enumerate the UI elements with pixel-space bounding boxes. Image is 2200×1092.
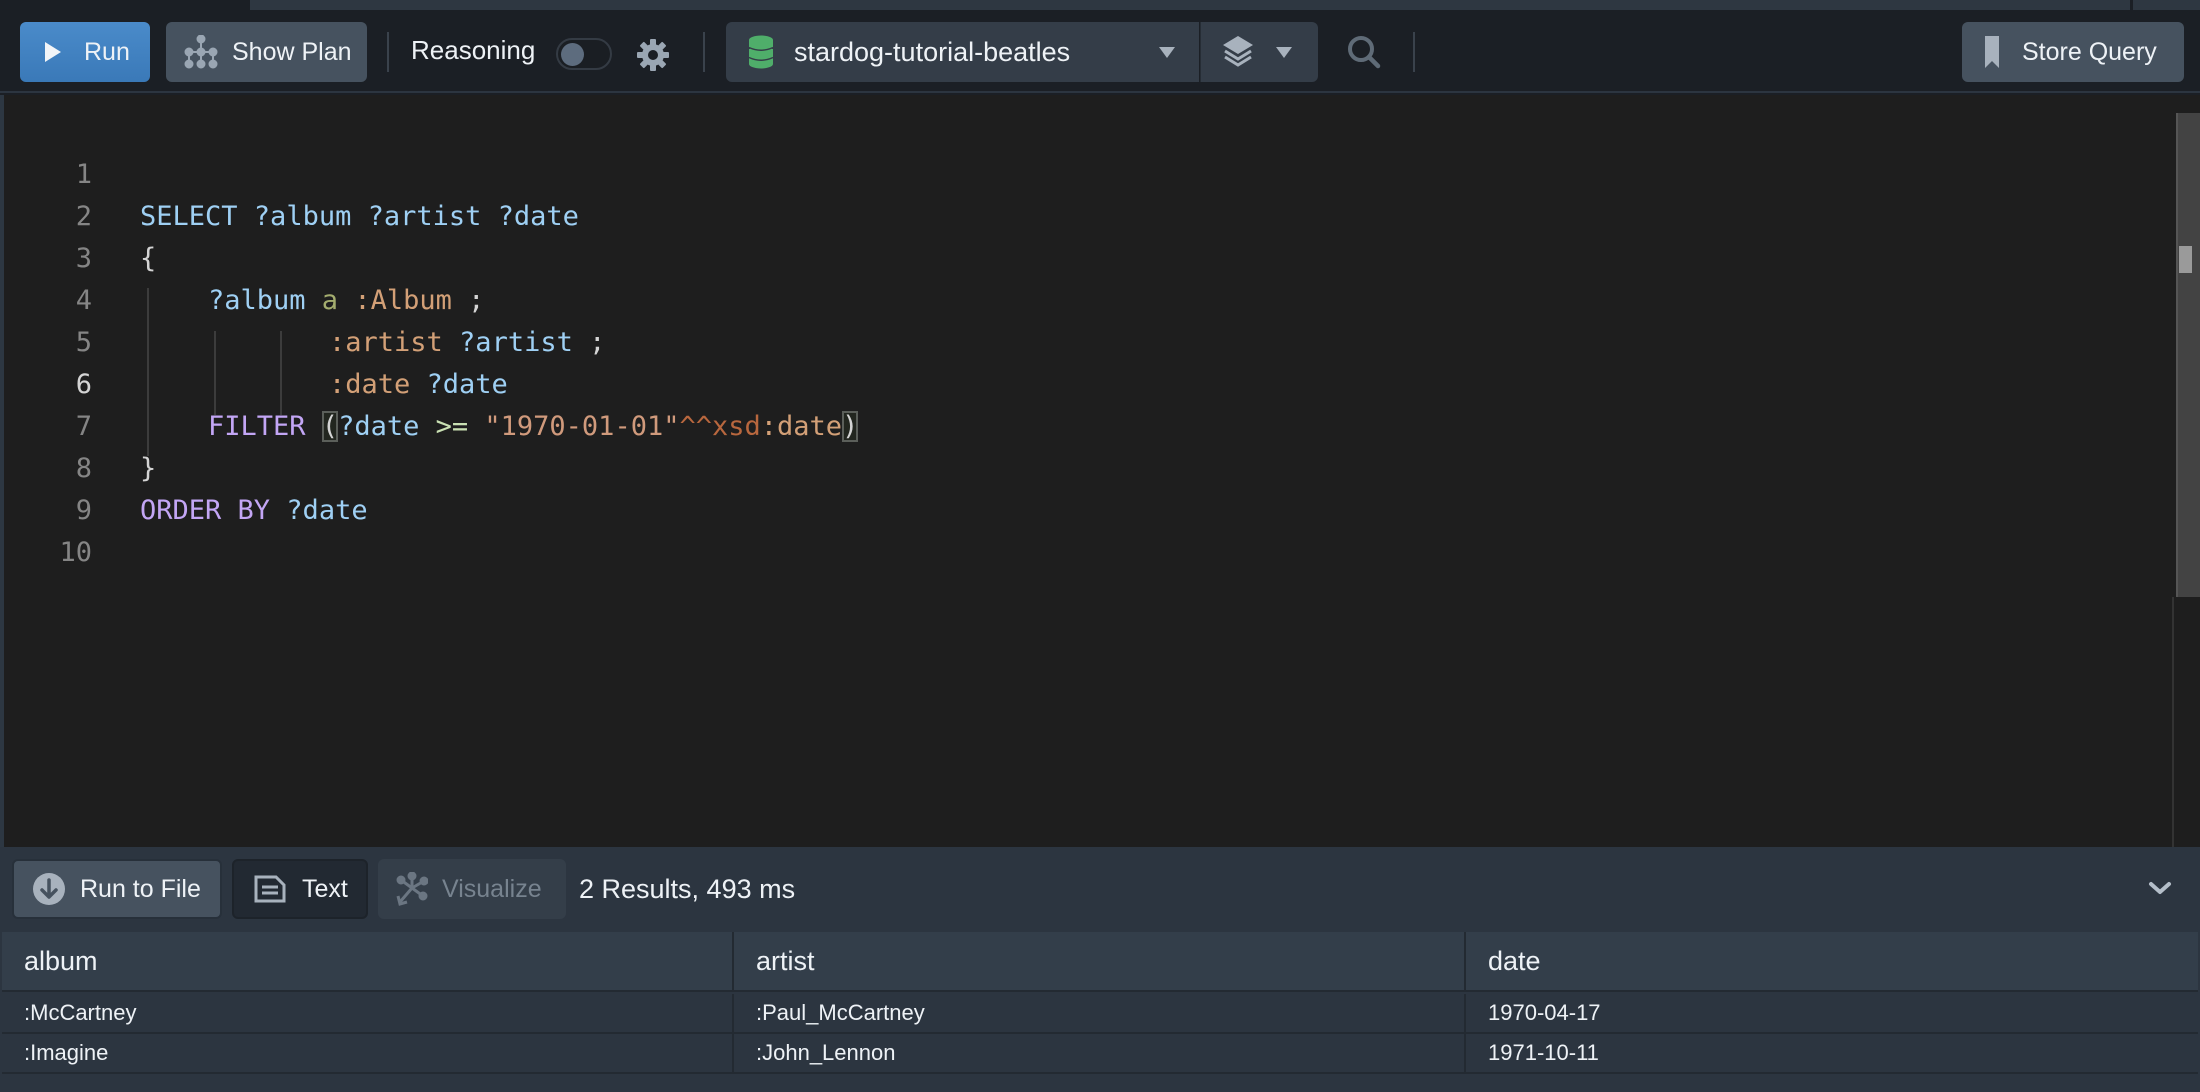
search-icon[interactable] [1346, 34, 1382, 70]
visualize-button[interactable]: Visualize [378, 859, 566, 919]
run-to-file-label: Run to File [80, 874, 201, 903]
code-line: 8 ORDER BY ?date [4, 406, 2164, 526]
table-row: :McCartney :Paul_McCartney 1970-04-17 [2, 994, 2198, 1034]
store-query-label: Store Query [2022, 37, 2157, 66]
run-to-file-button[interactable]: Run to File [12, 859, 222, 919]
scrollbar-thumb[interactable] [2179, 246, 2192, 273]
table-cell: 1971-10-11 [1488, 1040, 1599, 1065]
query-editor[interactable]: 1 SELECT ?album ?artist ?date 2 { 3 ?alb… [0, 95, 2200, 847]
tab-strip [250, 0, 2130, 10]
visualize-label: Visualize [442, 874, 542, 903]
table-cell: 1970-04-17 [1488, 1000, 1601, 1025]
caret-down-icon [1159, 47, 1175, 58]
code-line: 9 [4, 448, 2164, 526]
line-number: 10 [59, 537, 92, 568]
query-plan-icon [184, 35, 218, 69]
text-view-label: Text [302, 874, 348, 903]
column-header-artist[interactable]: artist [734, 932, 1466, 990]
layers-icon [1223, 36, 1253, 67]
editor-scrollbar[interactable] [2176, 113, 2200, 597]
chevron-down-icon[interactable] [2148, 877, 2172, 901]
toggle-knob [561, 43, 584, 66]
code-line: 5 :date ?date [4, 280, 2164, 400]
code-line: 3 ?album a :Album ; [4, 196, 2164, 316]
code-line: 2 { [4, 154, 2164, 274]
reasoning-toggle[interactable] [556, 38, 612, 70]
code-line: 1 SELECT ?album ?artist ?date [4, 112, 2164, 232]
query-toolbar: Run Show Plan Reasoning stardog-tutorial… [0, 10, 2200, 93]
show-plan-button[interactable]: Show Plan [166, 22, 367, 82]
play-icon [45, 42, 61, 62]
bookmark-icon [1985, 36, 1999, 68]
named-graph-selector[interactable] [1200, 22, 1318, 82]
code-line: 10 [4, 490, 2164, 568]
run-label: Run [84, 37, 130, 66]
download-icon [33, 873, 65, 905]
table-cell: :Imagine [2, 1034, 734, 1072]
results-panel: Run to File Text Visualize 2 Results, 49… [0, 847, 2200, 1092]
database-name: stardog-tutorial-beatles [794, 36, 1071, 67]
text-view-button[interactable]: Text [232, 859, 368, 919]
tab-strip-end [2133, 0, 2200, 10]
document-icon [254, 875, 286, 903]
table-cell: :John_Lennon [734, 1034, 1466, 1072]
show-plan-label: Show Plan [232, 37, 352, 66]
table-row: :Imagine :John_Lennon 1971-10-11 [2, 1034, 2198, 1074]
store-query-button[interactable]: Store Query [1962, 22, 2184, 82]
run-button[interactable]: Run [20, 22, 150, 82]
table-cell: :McCartney [2, 994, 734, 1032]
code-line-active: 6 FILTER (?date >= "1970-01-01"^^xsd:dat… [4, 322, 2164, 442]
gear-icon[interactable] [636, 38, 670, 72]
toolbar-divider [1413, 32, 1415, 72]
column-header-album[interactable]: album [2, 932, 734, 990]
column-header-date[interactable]: date [1466, 932, 2198, 990]
reasoning-label: Reasoning [411, 35, 536, 65]
table-cell: :Paul_McCartney [734, 994, 1466, 1032]
toolbar-divider [387, 32, 389, 72]
caret-down-icon [1276, 47, 1292, 58]
code-line: 7 } [4, 364, 2164, 484]
toolbar-divider [703, 32, 705, 72]
window-top-strip [0, 0, 2200, 10]
editor-edge [2172, 597, 2174, 847]
results-summary: 2 Results, 493 ms [579, 874, 796, 904]
database-icon [748, 35, 774, 69]
table-header: album artist date [2, 932, 2198, 992]
graph-visualize-icon [396, 872, 428, 906]
code-line: 4 :artist ?artist ; [4, 238, 2164, 358]
database-selector[interactable]: stardog-tutorial-beatles [726, 22, 1199, 82]
